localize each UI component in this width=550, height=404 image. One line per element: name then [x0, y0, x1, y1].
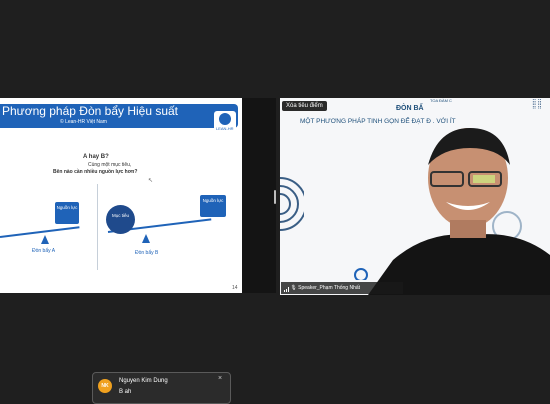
lean-hr-logo: LEAN-HR [214, 111, 236, 133]
mic-icon: 🎙 [290, 285, 297, 291]
divider-line [97, 184, 98, 270]
slide-subtitle: © Lean-HR Việt Nam [60, 119, 107, 125]
resource-box-b-label: Nguồn lực [202, 198, 224, 203]
logo-mark-icon [219, 113, 231, 125]
shared-slide-tile[interactable]: Phương pháp Đòn bẩy Hiệu suất © Lean-HR … [0, 98, 242, 293]
goal-circle-label: Mục tiêu [111, 213, 129, 218]
page-marker: 14 [232, 285, 238, 291]
background-arcs-icon [280, 177, 304, 231]
speaker-name-bar: 🎙 Speaker_Phạm Thống Nhất [281, 282, 403, 294]
chat-sender-name: Nguyen Kim Dung [119, 378, 168, 384]
close-icon[interactable]: × [218, 375, 222, 382]
lever-b-label: Đòn bẩy B [135, 250, 159, 256]
signal-icon [284, 285, 289, 293]
background-banner-line2: ĐÒN BẨ [396, 105, 424, 112]
speaker-video-tile[interactable]: TOA ĐÀM C ĐÒN BẨ MỘT PHƯƠNG PHÁP TINH GỌ… [280, 98, 550, 295]
question-main: Bên nào cần nhiều nguồn lực hơn? [53, 169, 138, 175]
slide-title: Phương pháp Đòn bẩy Hiệu suất [2, 104, 179, 118]
fulcrum-a-icon [41, 235, 49, 244]
mouse-cursor-icon: ↖ [148, 178, 154, 184]
clear-spotlight-button[interactable]: Xóa tiêu điểm [282, 101, 327, 111]
resource-box-a-label: Nguồn lực [56, 205, 78, 210]
chat-message: B ah [119, 389, 132, 395]
chat-notification[interactable]: NK Nguyen Kim Dung B ah × [92, 372, 231, 404]
goal-circle: Mục tiêu [106, 205, 135, 234]
lever-a-label: Đòn bẩy A [32, 248, 56, 254]
speaker-name: Speaker_Phạm Thống Nhất [298, 285, 361, 291]
avatar: NK [98, 379, 112, 393]
speaker-person-image [368, 128, 550, 295]
lever-a-beam [0, 226, 80, 238]
resource-box-b: Nguồn lực [200, 195, 226, 217]
question-title: A hay B? [83, 154, 109, 160]
background-banner-line1: TOA ĐÀM C [430, 98, 452, 103]
resize-handle[interactable] [274, 190, 276, 204]
split-gap [242, 98, 276, 293]
fulcrum-b-icon [142, 234, 150, 243]
background-dots-icon: ⠿⠿ ⠿⠿ [532, 100, 543, 111]
logo-text: LEAN-HR [216, 126, 234, 131]
slide-header-bar: Phương pháp Đòn bẩy Hiệu suất © Lean-HR … [0, 104, 238, 128]
resource-box-a: Nguồn lực [55, 202, 79, 224]
question-line: Cùng một mục tiêu, [88, 162, 132, 168]
